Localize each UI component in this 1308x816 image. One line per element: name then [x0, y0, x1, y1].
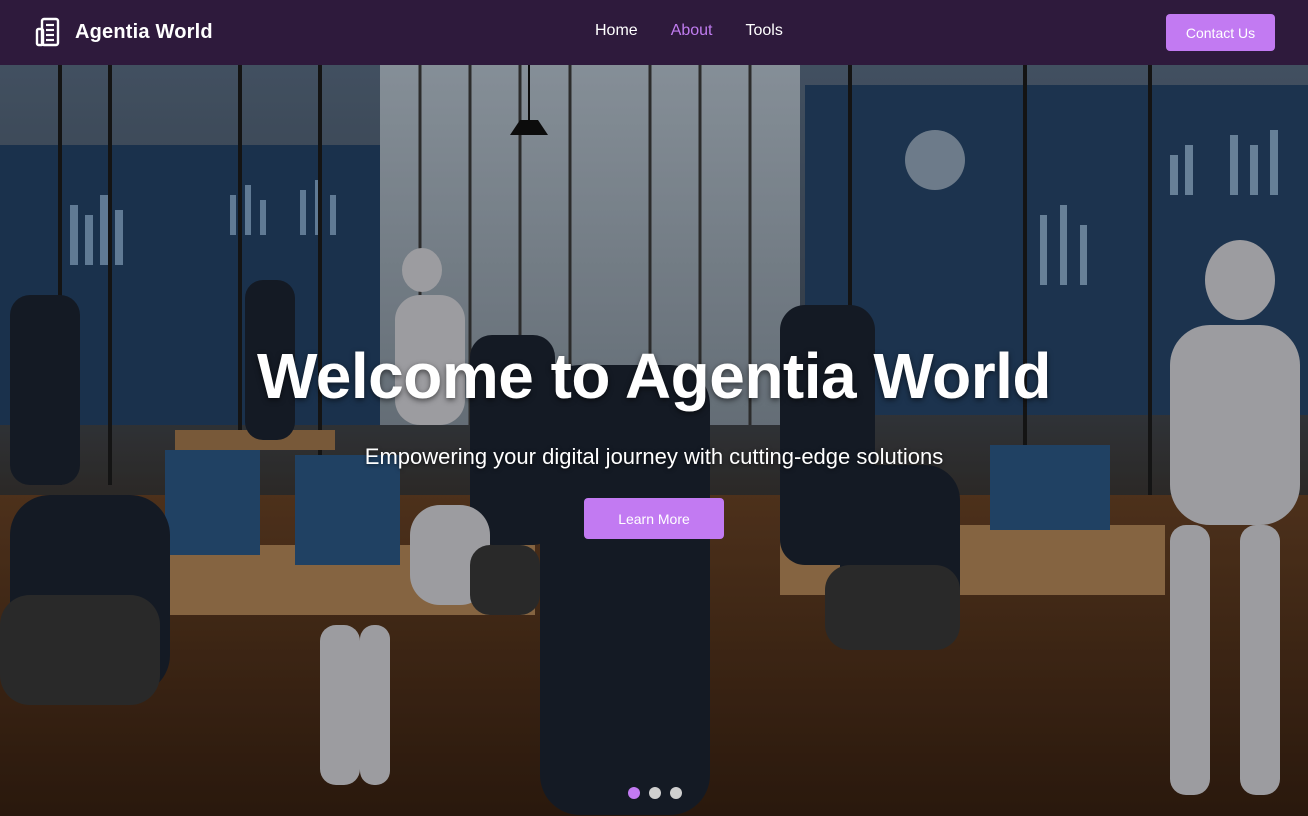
top-navbar: Agentia World Home About Tools Contact U… — [0, 0, 1308, 65]
nav-home-link[interactable]: Home — [595, 22, 638, 40]
brand[interactable]: Agentia World — [35, 16, 213, 48]
hero-subtitle: Empowering your digital journey with cut… — [364, 444, 944, 469]
brand-name: Agentia World — [75, 20, 213, 43]
nav-links: Home About Tools — [595, 22, 783, 40]
hero-overlay — [0, 65, 1308, 816]
carousel-indicators — [628, 787, 682, 799]
hero-section: Welcome to Agentia World Empowering your… — [0, 65, 1308, 816]
building-icon — [35, 17, 60, 47]
carousel-dot-3[interactable] — [670, 787, 682, 799]
carousel-dot-2[interactable] — [649, 787, 661, 799]
nav-about-link[interactable]: About — [671, 22, 713, 40]
hero-title: Welcome to Agentia World — [257, 340, 1052, 412]
learn-more-button[interactable]: Learn More — [584, 498, 724, 539]
contact-us-button[interactable]: Contact Us — [1166, 14, 1275, 51]
nav-tools-link[interactable]: Tools — [746, 22, 783, 40]
carousel-dot-1[interactable] — [628, 787, 640, 799]
